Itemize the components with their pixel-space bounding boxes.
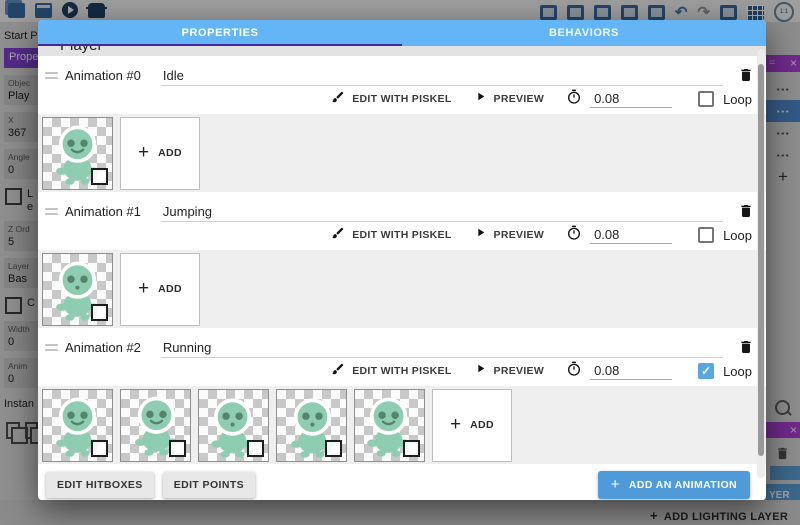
add-frame-button[interactable]: + ADD	[120, 117, 200, 190]
frame-thumbnail[interactable]	[42, 253, 113, 326]
frame-select-checkbox[interactable]	[91, 304, 108, 321]
animation-1-actions: EDIT WITH PISKEL PREVIEW 0.08 Loop	[38, 223, 766, 247]
frame-select-checkbox[interactable]	[247, 440, 264, 457]
edit-points-button[interactable]: EDIT POINTS	[163, 472, 255, 498]
preview-button[interactable]: PREVIEW	[474, 362, 545, 380]
plus-icon: +	[450, 414, 461, 436]
delay-input[interactable]: 0.08	[590, 90, 672, 108]
time-between-frames: 0.08	[566, 89, 672, 110]
delete-animation-icon[interactable]	[736, 65, 756, 85]
tab-properties[interactable]: PROPERTIES	[38, 20, 402, 46]
frame-thumbnail[interactable]	[42, 117, 113, 190]
animation-2-frames: + ADD	[38, 386, 766, 464]
animation-1-name-field[interactable]: Jumping	[161, 201, 722, 222]
loop-checkbox[interactable]	[698, 91, 714, 107]
loop-control: Loop	[698, 91, 752, 107]
add-an-animation-button[interactable]: + ADD AN ANIMATION	[598, 471, 750, 499]
play-icon	[474, 90, 487, 108]
dialog-scrollbar[interactable]	[757, 50, 765, 478]
frame-thumbnail[interactable]	[120, 389, 191, 462]
frame-thumbnail[interactable]	[354, 389, 425, 462]
animation-2-header: Animation #2 Running	[38, 335, 766, 359]
add-frame-button[interactable]: + ADD	[120, 253, 200, 326]
edit-with-piskel-button[interactable]: EDIT WITH PISKEL	[331, 226, 451, 245]
frame-select-checkbox[interactable]	[91, 168, 108, 185]
tab-behaviors[interactable]: BEHAVIORS	[402, 20, 766, 46]
object-name-field-clipped[interactable]: Player	[38, 46, 766, 56]
drag-handle-icon[interactable]	[45, 72, 58, 79]
play-icon	[474, 226, 487, 244]
animation-0-name-field[interactable]: Idle	[161, 65, 722, 86]
dialog-footer: ? HELP RUN A PREVIEW CANCEL APPLY	[38, 499, 766, 500]
preview-button[interactable]: PREVIEW	[474, 90, 545, 108]
time-between-frames: 0.08	[566, 225, 672, 246]
loop-control: ✓ Loop	[698, 363, 752, 379]
time-between-frames: 0.08	[566, 361, 672, 382]
delete-animation-icon[interactable]	[736, 201, 756, 221]
animation-0-frames: + ADD	[38, 114, 766, 192]
plus-icon: +	[138, 142, 149, 164]
delete-animation-icon[interactable]	[736, 337, 756, 357]
delay-input[interactable]: 0.08	[590, 362, 672, 380]
dialog-tools-row: EDIT HITBOXES EDIT POINTS + ADD AN ANIMA…	[38, 471, 766, 499]
frame-thumbnail[interactable]	[276, 389, 347, 462]
frame-select-checkbox[interactable]	[403, 440, 420, 457]
stopwatch-icon	[566, 361, 582, 382]
animation-1-frames: + ADD	[38, 250, 766, 328]
brush-icon	[331, 90, 345, 109]
play-icon	[474, 362, 487, 380]
brush-icon	[331, 362, 345, 381]
loop-checkbox[interactable]	[698, 227, 714, 243]
animation-2-name-field[interactable]: Running	[161, 337, 722, 358]
stopwatch-icon	[566, 89, 582, 110]
animation-0-header: Animation #0 Idle	[38, 63, 766, 87]
preview-button[interactable]: PREVIEW	[474, 226, 545, 244]
loop-checkbox-checked[interactable]: ✓	[698, 363, 714, 379]
frame-select-checkbox[interactable]	[325, 440, 342, 457]
dialog-tabs: PROPERTIES BEHAVIORS	[38, 20, 766, 46]
edit-with-piskel-button[interactable]: EDIT WITH PISKEL	[331, 362, 451, 381]
dialog-scroll-content: Player Animation #0 Idle EDIT WITH PISKE…	[38, 46, 766, 499]
add-frame-button[interactable]: + ADD	[432, 389, 512, 462]
stopwatch-icon	[566, 225, 582, 246]
brush-icon	[331, 226, 345, 245]
frame-select-checkbox[interactable]	[169, 440, 186, 457]
frame-select-checkbox[interactable]	[91, 440, 108, 457]
animation-2-actions: EDIT WITH PISKEL PREVIEW 0.08 ✓ Loop	[38, 359, 766, 383]
animation-1-header: Animation #1 Jumping	[38, 199, 766, 223]
loop-control: Loop	[698, 227, 752, 243]
animation-0-actions: EDIT WITH PISKEL PREVIEW 0.08 Loop	[38, 87, 766, 111]
scrollbar-thumb[interactable]	[758, 64, 764, 456]
drag-handle-icon[interactable]	[45, 344, 58, 351]
edit-with-piskel-button[interactable]: EDIT WITH PISKEL	[331, 90, 451, 109]
object-editor-dialog: PROPERTIES BEHAVIORS Player Animation #0…	[38, 20, 766, 500]
frame-thumbnail[interactable]	[42, 389, 113, 462]
plus-icon: +	[138, 278, 149, 300]
plus-icon: +	[611, 480, 620, 490]
frame-thumbnail[interactable]	[198, 389, 269, 462]
edit-hitboxes-button[interactable]: EDIT HITBOXES	[46, 472, 154, 498]
drag-handle-icon[interactable]	[45, 208, 58, 215]
delay-input[interactable]: 0.08	[590, 226, 672, 244]
